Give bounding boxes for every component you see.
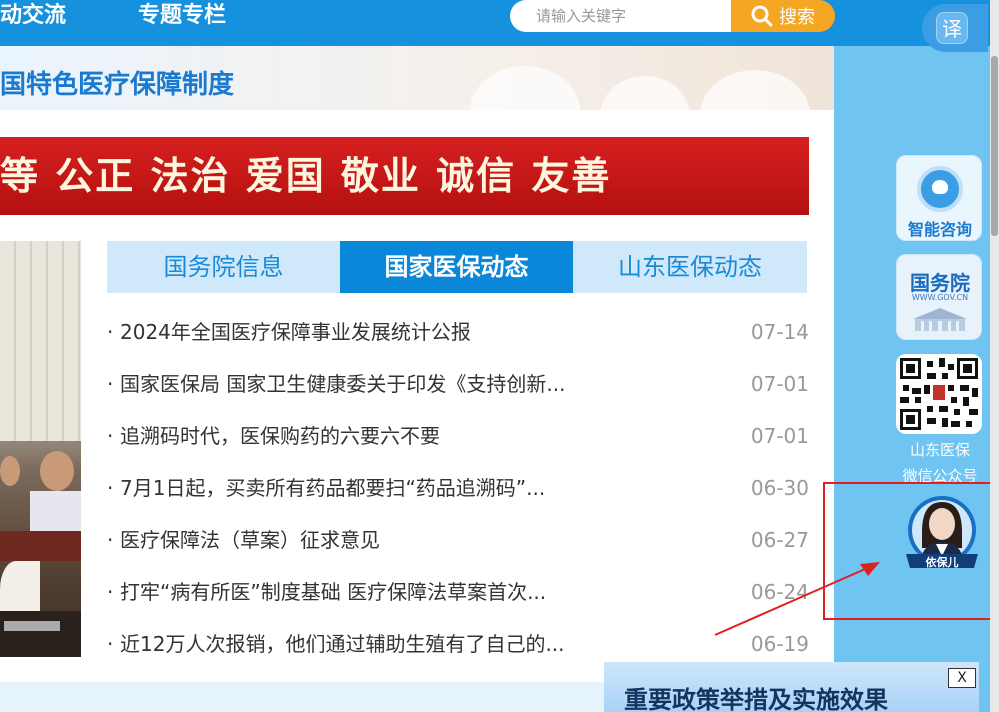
- ai-consult-icon: [917, 166, 963, 212]
- search-input[interactable]: [510, 0, 734, 32]
- nav-item-special-topics[interactable]: 专题专栏: [138, 0, 226, 34]
- wechat-qr-code: [896, 354, 982, 434]
- qr-code-icon: [900, 358, 978, 430]
- bullet: ·: [107, 580, 114, 604]
- search-button-label: 搜索: [779, 7, 815, 28]
- tab-state-council[interactable]: 国务院信息: [107, 241, 340, 293]
- banner-title: 国特色医疗保障制度: [0, 70, 235, 100]
- banner-title-area: 国特色医疗保障制度: [0, 46, 834, 110]
- photo-nameplate: [4, 621, 60, 631]
- banner-decoration: [600, 76, 690, 110]
- news-date: 07-01: [750, 372, 809, 396]
- bullet: ·: [107, 320, 114, 344]
- banner-decoration: [470, 66, 580, 110]
- news-date: 07-14: [750, 320, 809, 344]
- gov-portal-link[interactable]: 国务院 WWW.GOV.CN: [896, 254, 982, 340]
- ai-consult-label: 智能咨询: [907, 220, 972, 239]
- annotation-arrow-icon: [714, 562, 880, 636]
- photo-person: [0, 456, 20, 486]
- bullet: ·: [107, 476, 114, 500]
- core-values-banner[interactable]: 等 公正 法治 爱国 敬业 诚信 友善: [0, 137, 809, 215]
- news-date: 06-30: [750, 476, 809, 500]
- translate-icon: 译: [936, 12, 968, 44]
- policy-popup[interactable]: 重要政策举措及实施效果: [604, 662, 979, 712]
- gov-portal-label: 国务院: [910, 271, 970, 295]
- news-tabs: 国务院信息 国家医保动态 山东医保动态: [107, 241, 807, 293]
- bullet: ·: [107, 528, 114, 552]
- news-item[interactable]: · 2024年全国医疗保障事业发展统计公报 07-14: [107, 306, 809, 358]
- bullet: ·: [107, 632, 114, 656]
- search-button[interactable]: 搜索: [731, 0, 835, 32]
- photo-background: [0, 241, 81, 441]
- qr-caption: 山东医保: [909, 441, 970, 459]
- news-photo[interactable]: [0, 241, 81, 657]
- news-title[interactable]: 近12万人次报销，他们通过辅助生殖有了自己的...: [120, 618, 620, 670]
- news-title[interactable]: 7月1日起，买卖所有药品都要扫“药品追溯码”...: [120, 462, 620, 514]
- banner-decoration: [700, 70, 810, 110]
- bullet: ·: [107, 372, 114, 396]
- news-title[interactable]: 追溯码时代，医保购药的六要六不要: [120, 410, 620, 462]
- news-title[interactable]: 2024年全国医疗保障事业发展统计公报: [120, 306, 620, 358]
- news-item[interactable]: · 国家医保局 国家卫生健康委关于印发《支持创新... 07-01: [107, 358, 809, 410]
- news-item[interactable]: · 7月1日起，买卖所有药品都要扫“药品追溯码”... 06-30: [107, 462, 809, 514]
- tab-shandong-healthcare[interactable]: 山东医保动态: [573, 241, 807, 293]
- scrollbar-thumb[interactable]: [991, 56, 998, 236]
- bullet: ·: [107, 424, 114, 448]
- news-item[interactable]: · 追溯码时代，医保购药的六要六不要 07-01: [107, 410, 809, 462]
- popup-close-button[interactable]: X: [948, 668, 976, 688]
- gov-portal-url: WWW.GOV.CN: [911, 293, 969, 302]
- nav-item-interaction[interactable]: 动交流: [0, 0, 66, 34]
- news-title[interactable]: 医疗保障法（草案）征求意见: [120, 514, 620, 566]
- news-title[interactable]: 国家医保局 国家卫生健康委关于印发《支持创新...: [120, 358, 620, 410]
- photo-chair: [0, 611, 81, 657]
- news-date: 07-01: [750, 424, 809, 448]
- popup-title: 重要政策举措及实施效果: [624, 685, 888, 712]
- tab-national-healthcare[interactable]: 国家医保动态: [340, 241, 573, 293]
- photo-person: [40, 451, 74, 491]
- photo-table: [0, 531, 81, 561]
- translate-button[interactable]: 译: [922, 4, 988, 52]
- government-building-icon: [913, 308, 967, 331]
- search-icon: [751, 5, 773, 27]
- ai-consult-button[interactable]: 智能咨询: [896, 155, 982, 241]
- news-title[interactable]: 打牢“病有所医”制度基础 医疗保障法草案首次...: [120, 566, 620, 618]
